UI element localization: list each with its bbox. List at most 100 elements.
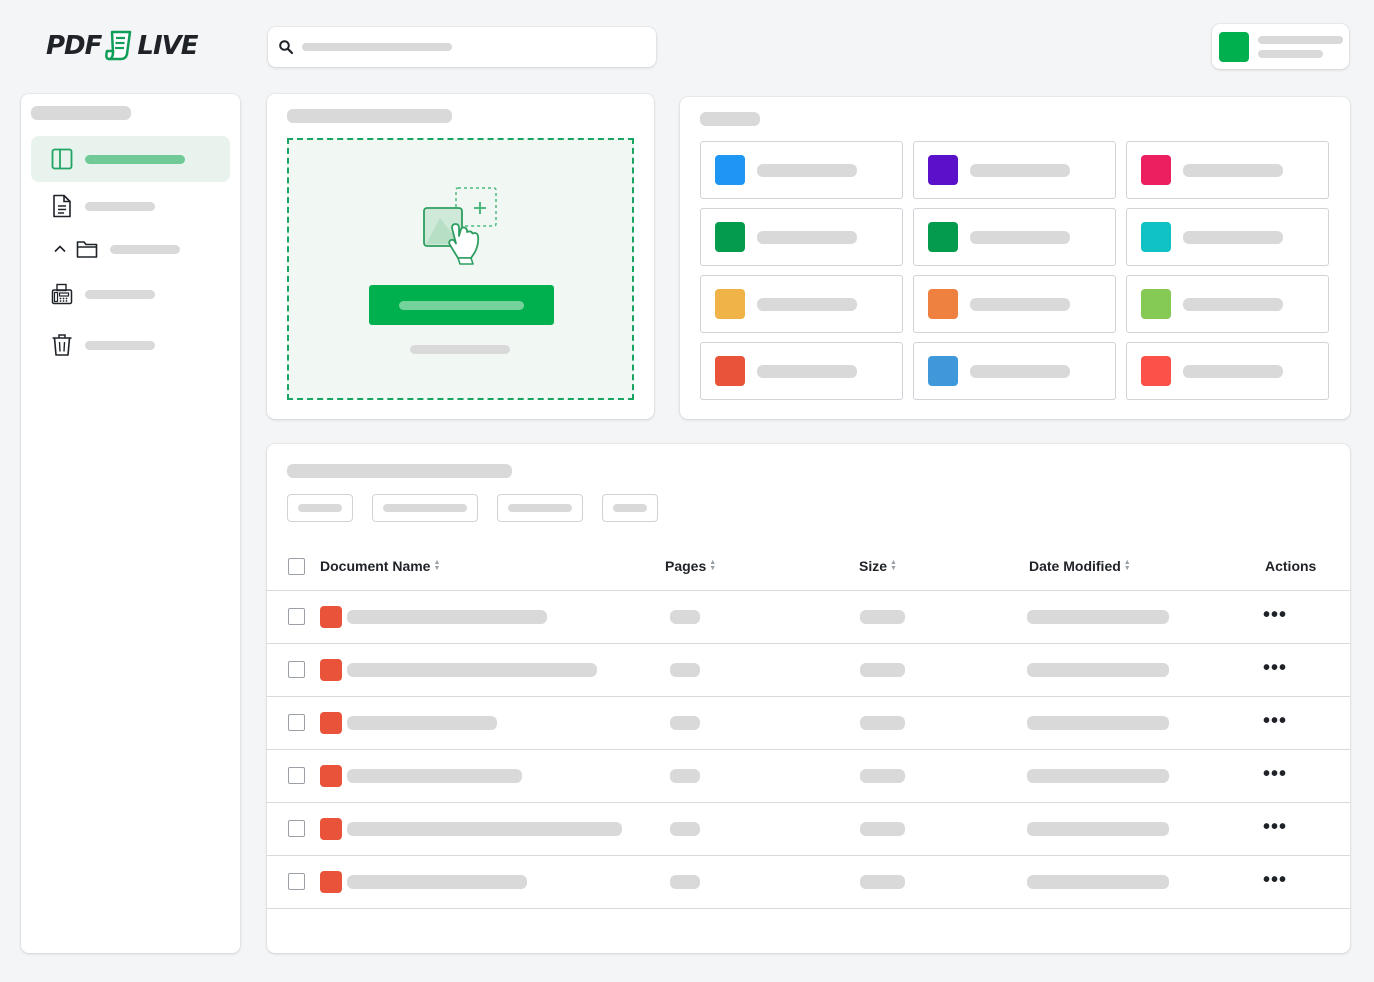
sort-icon: ▲ ▼ xyxy=(709,559,717,572)
tool-tile[interactable] xyxy=(913,208,1116,266)
sidebar-item-documents[interactable] xyxy=(31,183,230,229)
tool-tile[interactable] xyxy=(913,342,1116,400)
tool-tile[interactable] xyxy=(1126,275,1329,333)
document-name-placeholder xyxy=(347,769,522,783)
column-label: Date Modified xyxy=(1029,558,1121,574)
tool-tile[interactable] xyxy=(700,208,903,266)
filter-chip[interactable] xyxy=(497,494,583,522)
size-placeholder xyxy=(860,822,905,836)
tool-tile[interactable] xyxy=(1126,342,1329,400)
upload-title-placeholder xyxy=(287,109,452,123)
table-row[interactable]: ••• xyxy=(267,750,1350,803)
pdf-file-icon xyxy=(320,712,342,734)
tool-label-placeholder xyxy=(1183,230,1283,244)
more-icon[interactable]: ••• xyxy=(1263,711,1287,731)
tool-tile[interactable] xyxy=(1126,208,1329,266)
folder-icon xyxy=(76,241,98,258)
tool-icon xyxy=(1141,356,1171,386)
sidebar-item-trash[interactable] xyxy=(31,322,230,368)
table-row[interactable]: ••• xyxy=(267,697,1350,750)
row-checkbox[interactable] xyxy=(288,820,305,837)
tools-title-placeholder xyxy=(700,112,760,126)
tool-tile[interactable] xyxy=(913,275,1116,333)
filter-chip[interactable] xyxy=(287,494,353,522)
document-icon xyxy=(53,194,71,218)
row-checkbox[interactable] xyxy=(288,661,305,678)
pdf-file-icon xyxy=(320,659,342,681)
pages-placeholder xyxy=(670,875,700,889)
table-row[interactable]: ••• xyxy=(267,856,1350,909)
document-name-placeholder xyxy=(347,716,497,730)
column-actions: Actions xyxy=(1265,558,1316,574)
sidebar xyxy=(21,94,240,953)
table-row[interactable]: ••• xyxy=(267,803,1350,856)
filter-chip[interactable] xyxy=(372,494,478,522)
tool-tile[interactable] xyxy=(913,141,1116,199)
tool-icon xyxy=(1141,222,1171,252)
pages-placeholder xyxy=(670,769,700,783)
pages-placeholder xyxy=(670,610,700,624)
filter-chip[interactable] xyxy=(602,494,658,522)
date-modified-placeholder xyxy=(1027,822,1169,836)
row-checkbox[interactable] xyxy=(288,873,305,890)
tool-tile[interactable] xyxy=(700,342,903,400)
select-all-checkbox[interactable] xyxy=(288,558,305,575)
chevron-up-icon[interactable] xyxy=(53,242,67,256)
more-icon[interactable]: ••• xyxy=(1263,605,1287,625)
filter-chip-label xyxy=(613,504,647,512)
tool-icon xyxy=(928,356,958,386)
logo-text-left: PDF xyxy=(46,31,102,61)
column-document-name[interactable]: Document Name ▲ ▼ xyxy=(320,558,440,574)
column-pages[interactable]: Pages ▲ ▼ xyxy=(665,558,716,574)
column-size[interactable]: Size ▲ ▼ xyxy=(859,558,897,574)
tool-label-placeholder xyxy=(1183,163,1283,177)
documents-panel: Document Name ▲ ▼ Pages ▲ ▼ Size ▲ ▼ Date M… xyxy=(267,444,1350,953)
more-icon[interactable]: ••• xyxy=(1263,817,1287,837)
filter-chip-label xyxy=(298,504,342,512)
search-input[interactable] xyxy=(268,27,656,67)
tool-tile[interactable] xyxy=(1126,141,1329,199)
sidebar-item-folders[interactable] xyxy=(31,226,230,272)
column-date-modified[interactable]: Date Modified ▲ ▼ xyxy=(1029,558,1131,574)
user-menu[interactable] xyxy=(1212,24,1349,69)
upload-hand-icon xyxy=(423,187,497,265)
tool-icon xyxy=(715,222,745,252)
avatar xyxy=(1219,31,1249,62)
tool-label-placeholder xyxy=(1183,297,1283,311)
tool-label-placeholder xyxy=(757,297,857,311)
drop-zone[interactable] xyxy=(287,138,634,400)
upload-button[interactable] xyxy=(369,285,554,325)
more-icon[interactable]: ••• xyxy=(1263,764,1287,784)
sort-icon: ▲ ▼ xyxy=(433,559,441,572)
column-label: Pages xyxy=(665,558,707,574)
document-name-placeholder xyxy=(347,610,547,624)
tool-tile[interactable] xyxy=(700,141,903,199)
size-placeholder xyxy=(860,716,905,730)
pdf-file-icon xyxy=(320,765,342,787)
documents-title-placeholder xyxy=(287,464,512,478)
sidebar-item-fax[interactable] xyxy=(31,271,230,317)
more-icon[interactable]: ••• xyxy=(1263,658,1287,678)
more-icon[interactable]: ••• xyxy=(1263,870,1287,890)
app-logo[interactable]: PDF LIVE xyxy=(46,28,199,64)
column-label: Document Name xyxy=(320,558,431,574)
tool-tile[interactable] xyxy=(700,275,903,333)
tools-panel xyxy=(680,97,1350,419)
user-email-placeholder xyxy=(1258,49,1323,58)
pdf-file-icon xyxy=(320,606,342,628)
size-placeholder xyxy=(860,663,905,677)
row-checkbox[interactable] xyxy=(288,608,305,625)
date-modified-placeholder xyxy=(1027,875,1169,889)
sidebar-item-label xyxy=(85,201,155,211)
tool-label-placeholder xyxy=(970,364,1070,378)
table-row[interactable]: ••• xyxy=(267,644,1350,697)
date-modified-placeholder xyxy=(1027,663,1169,677)
pages-placeholder xyxy=(670,663,700,677)
row-checkbox[interactable] xyxy=(288,714,305,731)
search-placeholder xyxy=(302,43,452,51)
table-row[interactable]: ••• xyxy=(267,591,1350,644)
sidebar-item-dashboard[interactable] xyxy=(31,136,230,182)
row-checkbox[interactable] xyxy=(288,767,305,784)
sidebar-item-label xyxy=(85,154,185,164)
column-label: Actions xyxy=(1265,558,1317,574)
